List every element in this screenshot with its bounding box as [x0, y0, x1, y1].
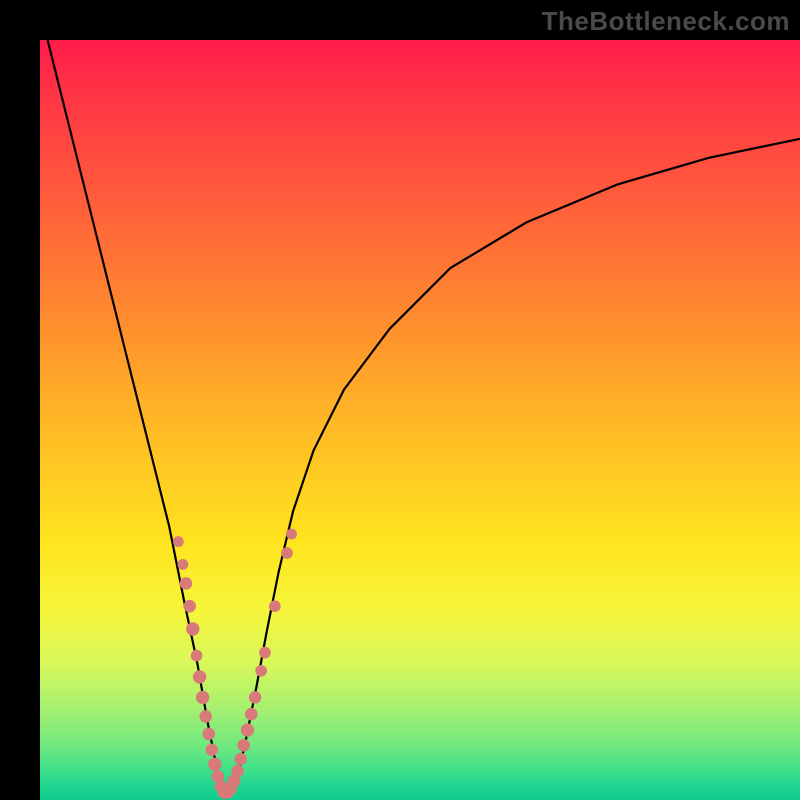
- bead-marker: [193, 670, 206, 683]
- bead-marker: [259, 647, 271, 659]
- bead-marker: [196, 691, 209, 704]
- bead-marker: [255, 665, 267, 677]
- bead-marker: [286, 529, 297, 540]
- bead-marker: [208, 758, 221, 771]
- bead-marker: [180, 577, 193, 590]
- bead-marker: [177, 559, 188, 570]
- plot-area: [40, 40, 800, 800]
- bead-marker: [249, 691, 262, 704]
- curve-svg: [40, 40, 800, 800]
- bead-marker: [183, 600, 196, 613]
- bead-marker: [245, 708, 258, 721]
- bead-marker: [186, 622, 199, 635]
- bead-marker: [241, 723, 254, 736]
- credit-watermark: TheBottleneck.com: [542, 6, 790, 37]
- bead-marker: [231, 765, 244, 778]
- bead-marker: [234, 753, 247, 766]
- bead-marker: [191, 650, 203, 662]
- bead-marker: [205, 744, 218, 757]
- bead-marker: [202, 728, 215, 741]
- chart-frame: TheBottleneck.com: [0, 0, 800, 800]
- bottleneck-curve: [48, 40, 800, 795]
- bead-marker: [237, 739, 250, 752]
- bead-marker: [281, 547, 293, 559]
- bead-marker: [173, 536, 184, 547]
- bead-marker: [199, 710, 212, 723]
- bead-marker: [269, 600, 281, 612]
